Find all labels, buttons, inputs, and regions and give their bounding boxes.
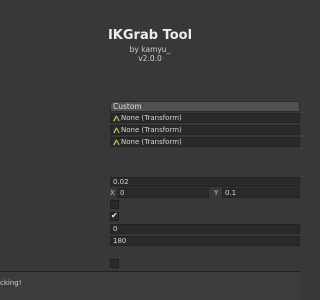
checkmark-icon: ✔ xyxy=(111,211,118,220)
object-field-2[interactable]: None (Transform) xyxy=(110,125,300,135)
x-input[interactable]: 0 xyxy=(117,188,209,198)
number-field-2[interactable]: 180 xyxy=(110,236,300,246)
author-label: by kamyu_ xyxy=(129,45,171,54)
x-label: X xyxy=(110,189,115,197)
object-field-1[interactable]: None (Transform) xyxy=(110,113,300,123)
value-field[interactable]: 0.02 xyxy=(110,177,300,187)
status-text: cking! xyxy=(0,279,22,287)
toggle-checkbox-3[interactable] xyxy=(110,259,119,268)
toggle-checkbox-2[interactable]: ✔ xyxy=(110,211,119,221)
transform-icon xyxy=(113,115,120,121)
toggle-checkbox-1[interactable] xyxy=(110,200,119,209)
transform-icon xyxy=(113,127,120,133)
status-bar xyxy=(0,272,300,300)
object-field-value: None (Transform) xyxy=(121,138,182,146)
transform-icon xyxy=(113,139,120,145)
object-field-value: None (Transform) xyxy=(121,126,182,134)
object-field-value: None (Transform) xyxy=(121,114,182,122)
app-title: IKGrab Tool xyxy=(107,28,193,43)
y-input[interactable]: 0.1 xyxy=(222,188,300,198)
object-field-3[interactable]: None (Transform) xyxy=(110,137,300,147)
mode-dropdown[interactable]: Custom xyxy=(110,101,300,112)
y-label: Y xyxy=(214,189,219,197)
mode-dropdown-label: Custom xyxy=(113,102,142,111)
version-label: v2.0.0 xyxy=(138,54,162,63)
number-field-1[interactable]: 0 xyxy=(110,224,300,234)
